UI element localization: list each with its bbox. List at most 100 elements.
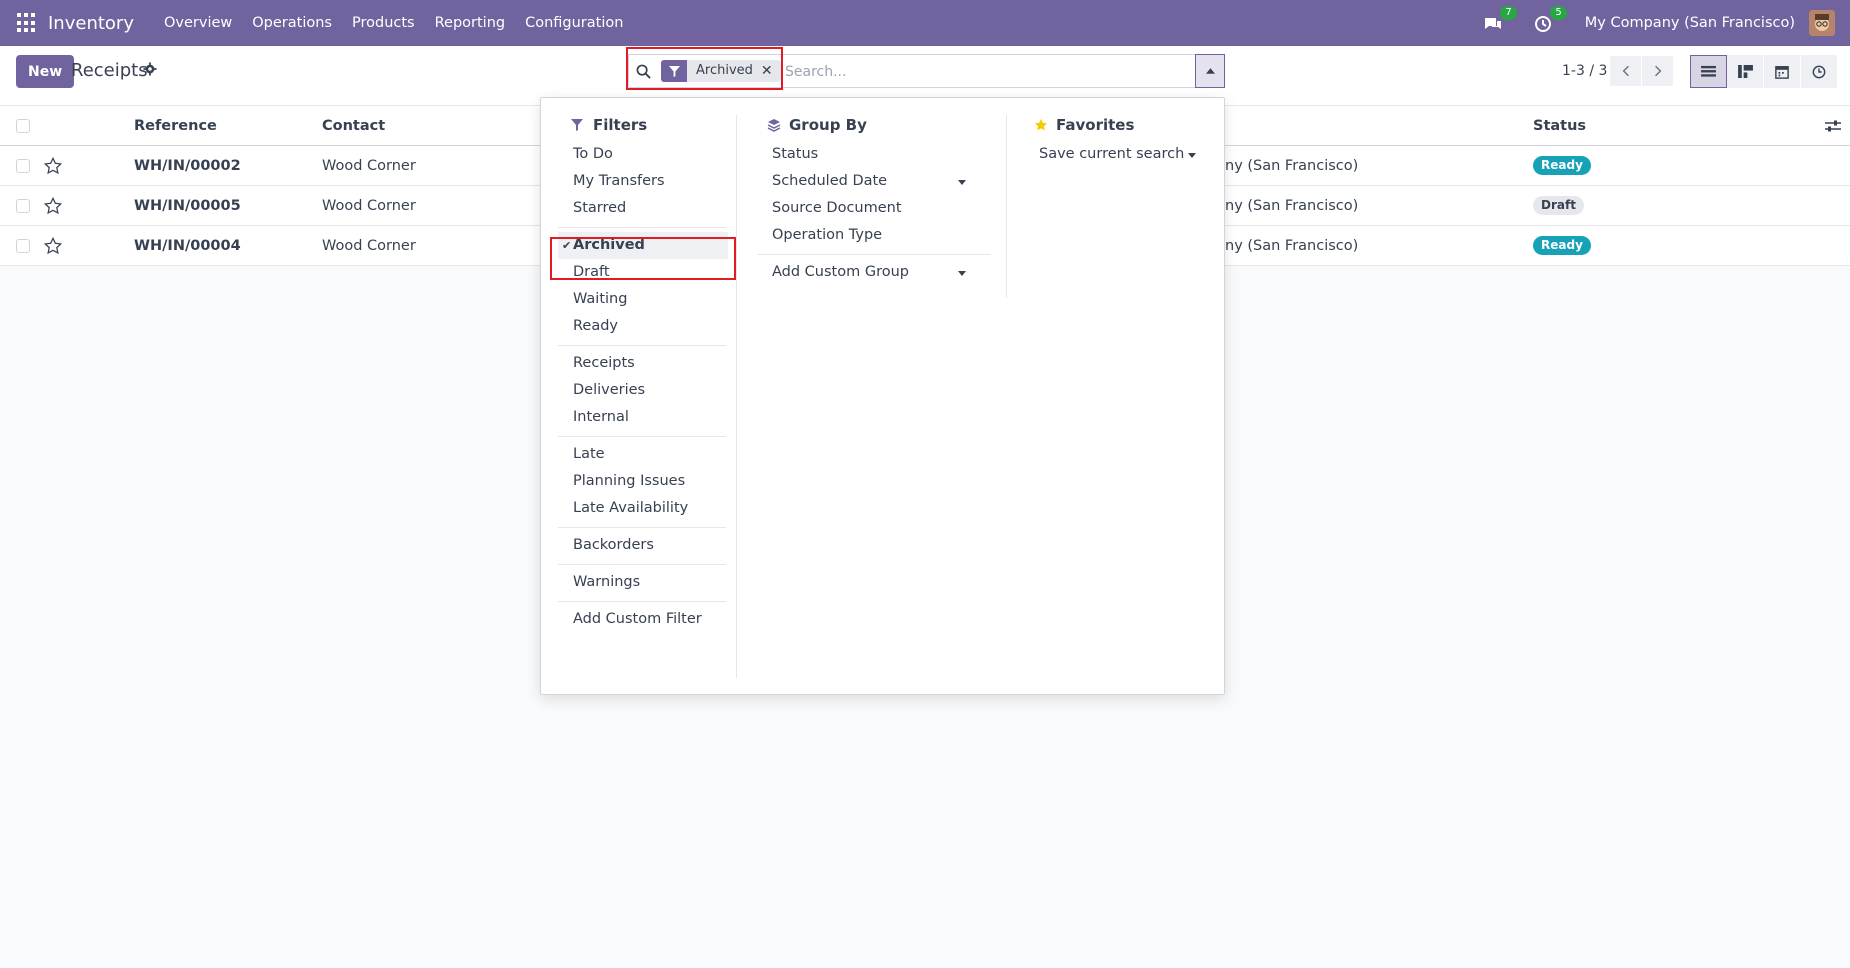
filter-deliveries[interactable]: Deliveries xyxy=(558,377,728,404)
navbar-systray: 7 5 My Company (San Francisco) xyxy=(1483,0,1850,46)
row-checkbox[interactable] xyxy=(16,159,30,173)
select-all-checkbox[interactable] xyxy=(16,119,30,133)
divider xyxy=(558,345,726,346)
add-custom-group-label: Add Custom Group xyxy=(772,264,909,280)
search-facet-archived: Archived ✕ xyxy=(661,60,781,82)
caret-down-icon xyxy=(1188,153,1196,158)
groupby-status[interactable]: Status xyxy=(757,141,996,168)
filter-my-transfers[interactable]: My Transfers xyxy=(558,168,728,195)
groupby-scheduled-date[interactable]: Scheduled Date xyxy=(757,168,996,195)
add-custom-group-select[interactable]: Add Custom Group xyxy=(757,259,996,286)
pager-next-button[interactable] xyxy=(1642,56,1673,86)
groupby-title-label: Group By xyxy=(789,116,867,134)
star-icon[interactable] xyxy=(44,157,62,175)
column-header-status[interactable]: Status xyxy=(1533,106,1586,146)
filter-to-do[interactable]: To Do xyxy=(558,141,728,168)
filter-archived[interactable]: ✔ Archived xyxy=(558,232,728,259)
new-button[interactable]: New xyxy=(16,55,75,88)
star-filled-icon xyxy=(1034,118,1048,132)
row-contact: Wood Corner xyxy=(322,238,416,254)
list-view-button[interactable] xyxy=(1690,55,1727,88)
row-reference: WH/IN/00002 xyxy=(134,158,241,174)
divider xyxy=(558,564,726,565)
menu-overview[interactable]: Overview xyxy=(154,15,242,31)
chevron-right-icon xyxy=(1654,65,1661,77)
filter-backorders[interactable]: Backorders xyxy=(558,532,728,559)
kanban-view-icon xyxy=(1737,65,1753,78)
divider xyxy=(757,254,991,255)
checkmark-icon: ✔ xyxy=(562,239,572,252)
divider xyxy=(558,527,726,528)
top-navbar: Inventory Overview Operations Products R… xyxy=(0,0,1850,46)
filter-draft[interactable]: Draft xyxy=(558,259,728,286)
filters-title: Filters xyxy=(558,115,728,135)
menu-products[interactable]: Products xyxy=(342,15,425,31)
row-company: ny (San Francisco) xyxy=(1225,238,1359,254)
chevron-left-icon xyxy=(1622,65,1629,77)
filter-starred[interactable]: Starred xyxy=(558,195,728,222)
calendar-view-button[interactable] xyxy=(1764,55,1801,88)
column-header-contact[interactable]: Contact xyxy=(322,106,385,146)
row-reference: WH/IN/00004 xyxy=(134,238,241,254)
filter-warnings[interactable]: Warnings xyxy=(558,569,728,596)
filter-late-availability[interactable]: Late Availability xyxy=(558,495,728,522)
star-icon[interactable] xyxy=(44,237,62,255)
filters-column: Filters To Do My Transfers Starred ✔ Arc… xyxy=(558,115,728,633)
filters-title-label: Filters xyxy=(593,116,648,134)
column-header-reference[interactable]: Reference xyxy=(134,106,217,146)
row-company: ny (San Francisco) xyxy=(1225,198,1359,214)
facet-remove-icon[interactable]: ✕ xyxy=(761,60,781,82)
apps-menu-icon[interactable] xyxy=(17,13,37,33)
messages-icon[interactable]: 7 xyxy=(1483,6,1517,34)
menu-reporting[interactable]: Reporting xyxy=(425,15,516,31)
app-brand[interactable]: Inventory xyxy=(48,13,134,34)
add-custom-filter[interactable]: Add Custom Filter xyxy=(558,606,728,633)
search-panel-toggle-button[interactable] xyxy=(1195,54,1225,88)
filter-late[interactable]: Late xyxy=(558,441,728,468)
messages-count-badge: 7 xyxy=(1500,6,1517,20)
filter-internal[interactable]: Internal xyxy=(558,404,728,431)
status-badge: Ready xyxy=(1533,156,1591,175)
company-switcher[interactable]: My Company (San Francisco) xyxy=(1585,15,1795,31)
filter-receipts[interactable]: Receipts xyxy=(558,350,728,377)
groupby-scheduled-date-label: Scheduled Date xyxy=(772,173,888,189)
groupby-source-document[interactable]: Source Document xyxy=(757,195,996,222)
pager-previous-button[interactable] xyxy=(1610,56,1641,86)
activity-view-button[interactable] xyxy=(1801,55,1838,88)
search-icon[interactable] xyxy=(636,64,651,79)
layers-icon xyxy=(767,118,781,132)
row-checkbox[interactable] xyxy=(16,199,30,213)
row-checkbox[interactable] xyxy=(16,239,30,253)
activities-clock-icon[interactable]: 5 xyxy=(1533,6,1567,34)
favorites-title-label: Favorites xyxy=(1056,116,1135,134)
groupby-operation-type[interactable]: Operation Type xyxy=(757,222,996,249)
pager-value[interactable]: 1-3 / 3 xyxy=(1562,63,1607,79)
optional-columns-icon[interactable] xyxy=(1825,119,1841,133)
menu-operations[interactable]: Operations xyxy=(242,15,342,31)
row-reference: WH/IN/00005 xyxy=(134,198,241,214)
search-panel-dropdown: Filters To Do My Transfers Starred ✔ Arc… xyxy=(540,97,1225,695)
search-input[interactable] xyxy=(785,61,1205,83)
divider xyxy=(558,227,726,228)
filter-planning-issues[interactable]: Planning Issues xyxy=(558,468,728,495)
save-current-search[interactable]: Save current search xyxy=(1024,141,1206,168)
activities-count-badge: 5 xyxy=(1550,6,1567,20)
filter-ready[interactable]: Ready xyxy=(558,313,728,340)
divider xyxy=(558,601,726,602)
user-avatar[interactable] xyxy=(1809,10,1835,36)
menu-configuration[interactable]: Configuration xyxy=(515,15,633,31)
filter-waiting[interactable]: Waiting xyxy=(558,286,728,313)
star-icon[interactable] xyxy=(44,197,62,215)
kanban-view-button[interactable] xyxy=(1727,55,1764,88)
page-title: Receipts xyxy=(71,60,148,81)
favorites-column: Favorites Save current search xyxy=(1006,115,1206,298)
status-badge: Draft xyxy=(1533,196,1584,215)
view-switcher xyxy=(1690,55,1838,88)
main-menu: Overview Operations Products Reporting C… xyxy=(154,15,633,31)
caret-down-icon xyxy=(958,271,966,276)
filter-funnel-icon xyxy=(571,118,585,132)
filter-funnel-icon xyxy=(661,60,687,82)
calendar-view-icon xyxy=(1775,65,1789,79)
list-view-icon xyxy=(1701,65,1716,77)
gear-icon[interactable] xyxy=(143,62,157,76)
